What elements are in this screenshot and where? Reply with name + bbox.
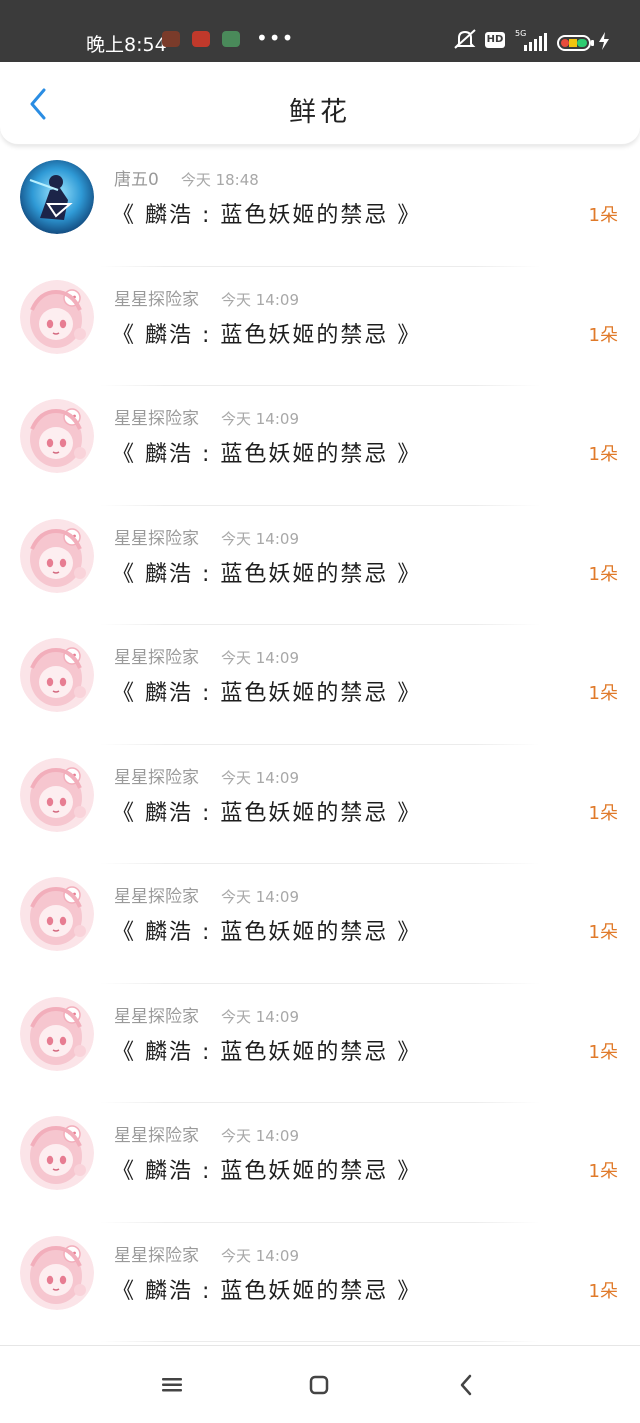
mute-icon [454, 29, 476, 49]
more-notifications-icon: ••• [256, 26, 295, 50]
avatar[interactable] [20, 399, 94, 473]
username[interactable]: 星星探险家 [114, 529, 199, 549]
avatar[interactable] [20, 160, 94, 234]
app-notification-icon [192, 31, 210, 47]
header: 鲜花 [0, 62, 640, 145]
timestamp: 今天 14:09 [221, 768, 299, 787]
flower-count: 1朵 [588, 205, 618, 226]
avatar[interactable] [20, 1116, 94, 1190]
username[interactable]: 星星探险家 [114, 1246, 199, 1266]
book-title[interactable]: 《 麟浩 : 蓝色妖姬的禁忌 》 [112, 675, 421, 707]
item-meta: 唐五0 今天 18:48 [114, 165, 259, 190]
book-title[interactable]: 《 麟浩 : 蓝色妖姬的禁忌 》 [112, 436, 421, 468]
list-item[interactable]: 星星探险家 今天 14:09 《 麟浩 : 蓝色妖姬的禁忌 》 1朵 [0, 1103, 640, 1223]
flower-list: 唐五0 今天 18:48 《 麟浩 : 蓝色妖姬的禁忌 》 1朵 星星探险家 今天 14… [0, 147, 640, 1342]
charging-icon [599, 32, 609, 50]
username[interactable]: 星星探险家 [114, 290, 199, 310]
signal-icon [524, 33, 547, 51]
menu-icon [162, 1378, 182, 1392]
timestamp: 今天 14:09 [221, 410, 299, 428]
avatar[interactable] [20, 518, 94, 593]
list-item[interactable]: 星星探险家 今天 14:09 《 麟浩 : 蓝色妖姬的禁忌 》 1朵 [0, 506, 640, 625]
flower-count: 1朵 [588, 444, 618, 465]
home-icon [309, 1375, 329, 1395]
item-meta: 星星探险家 今天 14:09 [114, 882, 299, 907]
timestamp: 今天 14:09 [221, 888, 299, 906]
list-item[interactable]: 唐五0 今天 18:48 《 麟浩 : 蓝色妖姬的禁忌 》 1朵 [0, 147, 640, 267]
hd-icon: HD [485, 32, 505, 48]
battery-icon [557, 35, 594, 51]
flower-count: 1朵 [588, 802, 618, 824]
page-title: 鲜花 [289, 97, 351, 128]
item-meta: 星星探险家 今天 14:09 [114, 1241, 299, 1266]
status-bar: 晚上8:54 ••• HD 5G [0, 0, 640, 62]
avatar[interactable] [20, 996, 94, 1071]
book-title[interactable]: 《 麟浩 : 蓝色妖姬的禁忌 》 [112, 795, 421, 827]
username[interactable]: 星星探险家 [114, 768, 199, 788]
list-item[interactable]: 星星探险家 今天 14:09 《 麟浩 : 蓝色妖姬的禁忌 》 1朵 [0, 625, 640, 745]
book-title[interactable]: 《 麟浩 : 蓝色妖姬的禁忌 》 [112, 556, 421, 588]
book-title[interactable]: 《 麟浩 : 蓝色妖姬的禁忌 》 [112, 1153, 421, 1185]
item-meta: 星星探险家 今天 14:09 [114, 285, 299, 310]
app-notification-icon [222, 31, 240, 47]
item-meta: 星星探险家 今天 14:09 [114, 763, 299, 788]
timestamp: 今天 14:09 [221, 1246, 299, 1265]
list-item[interactable]: 星星探险家 今天 14:09 《 麟浩 : 蓝色妖姬的禁忌 》 1朵 [0, 984, 640, 1103]
flower-count: 1朵 [588, 922, 618, 943]
timestamp: 今天 18:48 [180, 171, 259, 189]
home-button[interactable] [299, 1370, 339, 1400]
flower-count: 1朵 [588, 324, 618, 346]
username[interactable]: 星星探险家 [114, 887, 199, 907]
list-item[interactable]: 星星探险家 今天 14:09 《 麟浩 : 蓝色妖姬的禁忌 》 1朵 [0, 386, 640, 506]
flower-count: 1朵 [588, 1161, 618, 1182]
list-item[interactable]: 星星探险家 今天 14:09 《 麟浩 : 蓝色妖姬的禁忌 》 1朵 [0, 267, 640, 386]
flower-count: 1朵 [588, 1280, 618, 1302]
system-back-button[interactable] [446, 1370, 486, 1400]
divider [100, 1341, 540, 1342]
avatar[interactable] [20, 1235, 94, 1310]
timestamp: 今天 14:09 [221, 1007, 299, 1026]
avatar[interactable] [20, 638, 94, 712]
book-title[interactable]: 《 麟浩 : 蓝色妖姬的禁忌 》 [112, 317, 421, 349]
book-title[interactable]: 《 麟浩 : 蓝色妖姬的禁忌 》 [112, 914, 421, 946]
list-item[interactable]: 星星探险家 今天 14:09 《 麟浩 : 蓝色妖姬的禁忌 》 1朵 [0, 745, 640, 864]
timestamp: 今天 14:09 [221, 529, 299, 548]
username[interactable]: 星星探险家 [114, 1126, 199, 1146]
book-title[interactable]: 《 麟浩 : 蓝色妖姬的禁忌 》 [112, 1273, 421, 1305]
book-title[interactable]: 《 麟浩 : 蓝色妖姬的禁忌 》 [112, 1034, 421, 1066]
item-meta: 星星探险家 今天 14:09 [114, 404, 299, 429]
flower-count: 1朵 [588, 563, 618, 585]
username[interactable]: 唐五0 [114, 170, 159, 190]
item-meta: 星星探险家 今天 14:09 [114, 524, 299, 549]
app-notification-icon [162, 31, 180, 47]
avatar[interactable] [20, 279, 94, 354]
timestamp: 今天 14:09 [221, 1127, 299, 1145]
username[interactable]: 星星探险家 [114, 1007, 199, 1027]
avatar[interactable] [20, 757, 94, 832]
recent-apps-button[interactable] [152, 1370, 192, 1400]
username[interactable]: 星星探险家 [114, 409, 199, 429]
flower-count: 1朵 [588, 683, 618, 704]
item-meta: 星星探险家 今天 14:09 [114, 1121, 299, 1146]
back-icon [460, 1374, 472, 1396]
item-meta: 星星探险家 今天 14:09 [114, 1002, 299, 1027]
list-item[interactable]: 星星探险家 今天 14:09 《 麟浩 : 蓝色妖姬的禁忌 》 1朵 [0, 1223, 640, 1342]
username[interactable]: 星星探险家 [114, 648, 199, 668]
item-meta: 星星探险家 今天 14:09 [114, 643, 299, 668]
system-nav-bar [0, 1345, 640, 1423]
list-item[interactable]: 星星探险家 今天 14:09 《 麟浩 : 蓝色妖姬的禁忌 》 1朵 [0, 864, 640, 984]
timestamp: 今天 14:09 [221, 290, 299, 309]
timestamp: 今天 14:09 [221, 649, 299, 667]
status-time: 晚上8:54 [86, 34, 167, 56]
avatar[interactable] [20, 877, 94, 951]
book-title[interactable]: 《 麟浩 : 蓝色妖姬的禁忌 》 [112, 197, 421, 229]
flower-count: 1朵 [588, 1041, 618, 1063]
